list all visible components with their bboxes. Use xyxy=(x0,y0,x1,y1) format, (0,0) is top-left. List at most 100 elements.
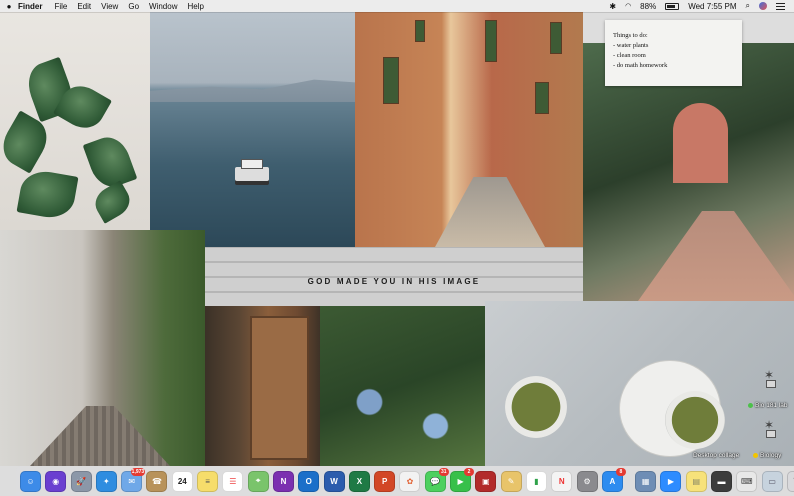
boat-shape xyxy=(235,159,269,181)
maps-icon[interactable]: ⌖ xyxy=(247,470,269,492)
collage-photo-matcha xyxy=(485,301,794,466)
dock-icon-glyph: ☎ xyxy=(152,476,162,486)
notes-icon[interactable]: ≡ xyxy=(197,470,219,492)
desktop-item-collage[interactable]: Desktop collage xyxy=(693,452,739,459)
menu-help[interactable]: Help xyxy=(187,2,203,11)
finder-icon[interactable]: ☺ xyxy=(20,470,41,492)
dock-icon-glyph: ✿ xyxy=(406,476,414,486)
collage-photo-door xyxy=(205,306,320,466)
desktop-item-biology[interactable]: Biology xyxy=(753,452,781,459)
note-item-water-plants: - water plants xyxy=(613,42,649,49)
calendar-icon[interactable]: 24 xyxy=(171,470,193,492)
menu-edit[interactable]: Edit xyxy=(77,2,91,11)
photos-icon[interactable]: ✿ xyxy=(399,470,421,492)
dock-icon-glyph: ▶ xyxy=(457,476,464,486)
zoom-icon[interactable]: ▶ xyxy=(660,470,682,492)
dock-icon-glyph: ☰ xyxy=(229,476,237,486)
reminders-icon[interactable]: ☰ xyxy=(222,470,244,492)
user-avatar-icon[interactable] xyxy=(759,2,767,10)
dock: ☺ ◉ 🚀 ✦ ✉ 1,973 ☎ 24 ≡ ☰ ⌖ N O W X P ✿ 💬 31 ▶ 2 ▣ ✎ ▮ N ⚙ A 8 ▦ ▶ ▤ ▬ ⌨… xyxy=(16,466,794,496)
dock-icon-glyph: O xyxy=(305,476,312,486)
collage-photo-alley xyxy=(0,230,205,466)
dock-icon-glyph: ▦ xyxy=(641,476,650,486)
biology-folder-icon[interactable] xyxy=(762,418,778,438)
menu-view[interactable]: View xyxy=(101,2,118,11)
dock-icon-glyph: A xyxy=(609,476,616,486)
safari-icon[interactable]: ✦ xyxy=(95,470,117,492)
menu-app-name[interactable]: Finder xyxy=(18,2,42,11)
trash-icon[interactable]: 🗑 xyxy=(786,470,794,492)
dock-icon-glyph: 🚀 xyxy=(76,476,87,486)
note-title: Things to do: xyxy=(613,32,648,39)
dock-icon-glyph: ⌨ xyxy=(741,476,753,486)
dock-icon-glyph: ⌖ xyxy=(255,476,261,485)
apple-menu-icon[interactable]: ● xyxy=(0,2,18,11)
menu-clock[interactable]: Wed 7:55 PM xyxy=(688,2,736,11)
dock-folders: ▦ ▶ ▤ ▬ ⌨ ▭ 🗑 xyxy=(635,470,794,492)
dock-icon-glyph: ▤ xyxy=(692,476,700,486)
contacts-icon[interactable]: ☎ xyxy=(146,470,168,492)
messages-icon[interactable]: 💬 31 xyxy=(424,467,449,492)
menu-bar: ● Finder File Edit View Go Window Help ✱… xyxy=(0,0,794,12)
stickies-icon[interactable]: ▤ xyxy=(685,470,707,492)
dock-icon-glyph: ✦ xyxy=(103,476,110,486)
desktop-item-label: Biology xyxy=(760,452,782,459)
notification-center-icon[interactable] xyxy=(776,2,785,10)
numbers-icon[interactable]: ▮ xyxy=(525,470,547,492)
spotlight-search-icon[interactable]: ⌕ xyxy=(746,1,750,11)
desktop-item-label: Bio 181 lab xyxy=(755,402,788,409)
note-item-math-homework: - do math homework xyxy=(613,62,668,69)
excel-icon[interactable]: X xyxy=(348,470,370,492)
collage-photo-flowers xyxy=(320,306,485,466)
dock-icon-glyph: ◉ xyxy=(52,476,60,486)
launchpad-icon[interactable]: 🚀 xyxy=(70,470,92,492)
siri-icon[interactable]: ◉ xyxy=(45,470,67,492)
onenote-icon[interactable]: N xyxy=(272,470,294,492)
powerpoint-icon[interactable]: P xyxy=(374,470,396,492)
notification-badge: 31 xyxy=(438,467,449,476)
wifi-icon[interactable]: ◠ xyxy=(625,2,631,10)
dock-apps: ☺ ◉ 🚀 ✦ ✉ 1,973 ☎ 24 ≡ ☰ ⌖ N O W X P ✿ 💬 31 ▶ 2 ▣ ✎ ▮ N ⚙ A 8 xyxy=(20,467,627,492)
preview-icon[interactable]: ✎ xyxy=(500,470,522,492)
dock-icon-glyph: ▬ xyxy=(717,476,726,486)
notification-badge: 1,973 xyxy=(130,467,146,476)
menu-go[interactable]: Go xyxy=(128,2,139,11)
bio-lab-folder-icon[interactable] xyxy=(762,368,778,388)
collage-photo-plant xyxy=(0,12,150,230)
dock-icon-glyph: ▣ xyxy=(482,476,490,486)
outlook-icon[interactable]: O xyxy=(298,470,320,492)
downloads-folder-icon[interactable]: ⌨ xyxy=(736,470,758,492)
image-capture-icon[interactable]: ▦ xyxy=(635,470,657,492)
news-icon[interactable]: N xyxy=(551,470,573,492)
dock-icon-glyph: ⚙ xyxy=(583,476,591,486)
dock-icon-glyph: W xyxy=(330,476,338,486)
collage-photo-sea-boat xyxy=(150,12,355,247)
collage-quote-text: GOD MADE YOU IN HIS IMAGE xyxy=(307,277,481,286)
mail-icon[interactable]: ✉ 1,973 xyxy=(121,467,146,492)
dock-icon-glyph: ✎ xyxy=(507,476,515,486)
yellow-tag-icon xyxy=(753,452,758,458)
keyboard-viewer-icon[interactable]: ▬ xyxy=(711,470,733,492)
collage-photo-street xyxy=(355,12,583,247)
battery-icon[interactable] xyxy=(665,2,680,10)
bluetooth-icon[interactable]: ✱ xyxy=(609,2,616,11)
facetime-icon[interactable]: ▶ 2 xyxy=(450,467,475,492)
desktop-item-bio-lab[interactable]: Bio 181 lab xyxy=(748,402,788,409)
dock-icon-glyph: ▶ xyxy=(667,476,674,486)
menu-file[interactable]: File xyxy=(54,2,67,11)
system-preferences-icon[interactable]: ⚙ xyxy=(576,470,598,492)
dock-icon-glyph: 24 xyxy=(177,476,187,486)
status-area: ✱ ◠ 88% Wed 7:55 PM ⌕ xyxy=(609,1,794,11)
photo-booth-icon[interactable]: ▣ xyxy=(475,470,497,492)
sticky-note[interactable]: Things to do: - water plants - clean roo… xyxy=(605,20,742,86)
word-icon[interactable]: W xyxy=(323,470,345,492)
app-store-icon[interactable]: A8 xyxy=(601,467,626,492)
battery-percent[interactable]: 88% xyxy=(640,2,656,11)
dock-icon-glyph: ▭ xyxy=(768,476,776,486)
collage-brick-wall: GOD MADE YOU IN HIS IMAGE xyxy=(205,247,583,306)
dock-icon-glyph: ≡ xyxy=(205,476,210,486)
menu-window[interactable]: Window xyxy=(149,2,177,11)
dock-icon-glyph: ▮ xyxy=(534,476,539,486)
dock-icon-glyph: P xyxy=(381,476,388,486)
documents-folder-icon[interactable]: ▭ xyxy=(761,470,783,492)
